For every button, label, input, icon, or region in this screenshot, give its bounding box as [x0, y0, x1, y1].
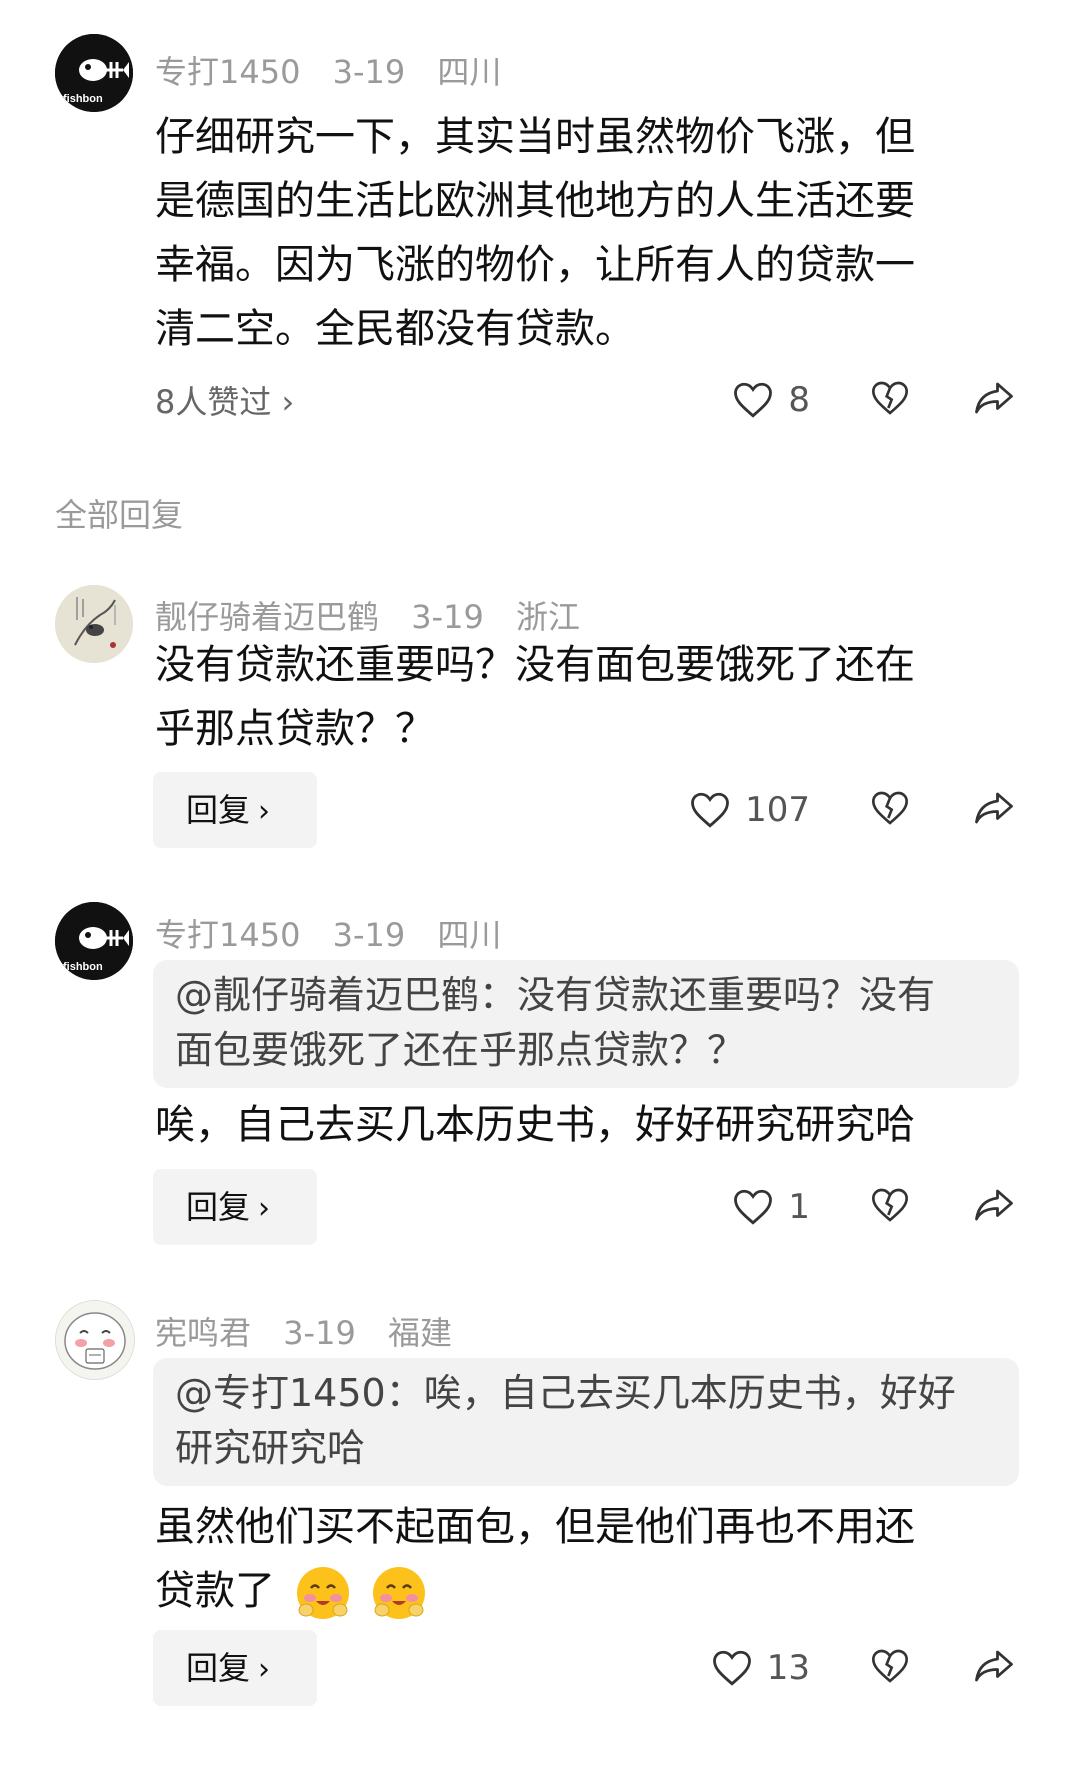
comment-actions: 107: [0, 780, 1080, 840]
share-arrow-icon: [975, 1189, 1013, 1221]
comment-line: 仔细研究一下，其实当时虽然物价飞涨，但: [155, 114, 915, 160]
dislike-button[interactable]: [870, 1185, 910, 1229]
quote-line: @靓仔骑着迈巴鹤：没有贷款还重要吗？没有: [175, 973, 936, 1017]
comment-line: 虽然他们买不起面包，但是他们再也不用还: [155, 1504, 915, 1550]
svg-text:fishbon: fishbon: [63, 93, 103, 105]
comment-meta: 专打1450 3-19 四川: [155, 910, 523, 956]
comment-line: 没有贷款还重要吗？没有面包要饿死了还在: [155, 642, 915, 688]
heart-icon: [712, 1650, 751, 1686]
comment-date: 3-19: [411, 598, 484, 636]
heart-icon: [734, 1189, 773, 1225]
username[interactable]: 宪鸣君: [155, 1314, 251, 1352]
like-count: 1: [788, 1187, 810, 1227]
share-button[interactable]: [973, 1646, 1015, 1690]
user-avatar-cartoon[interactable]: [55, 1300, 135, 1380]
user-avatar-painting[interactable]: [55, 585, 133, 663]
quote-line: 面包要饿死了还在乎那点贷款？？: [175, 1028, 746, 1072]
comment-date: 3-19: [283, 1314, 356, 1352]
comment-text: 唉，自己去买几本历史书，好好研究研究哈: [155, 1093, 1000, 1157]
comment-date: 3-19: [332, 916, 406, 954]
username[interactable]: 专打1450: [155, 53, 300, 91]
like-count: 8: [788, 380, 810, 420]
like-count: 107: [745, 790, 810, 830]
share-arrow-icon: [975, 792, 1013, 824]
username[interactable]: 专打1450: [155, 916, 300, 954]
heart-icon: [734, 382, 773, 418]
like-button[interactable]: 13: [711, 1638, 810, 1698]
share-button[interactable]: [973, 1185, 1015, 1229]
comment-date: 3-19: [332, 53, 406, 91]
comment-location: 浙江: [515, 598, 580, 636]
like-button[interactable]: 8: [732, 370, 810, 430]
like-button[interactable]: 1: [732, 1177, 810, 1237]
quote-line: @专打1450：唉，自己去买几本历史书，好好: [175, 1371, 956, 1415]
comment-meta: 靓仔骑着迈巴鹤 3-19 浙江: [155, 592, 602, 638]
user-avatar-fishbone[interactable]: fishbon: [55, 902, 133, 980]
comment-actions: 13: [0, 1638, 1080, 1698]
comment-actions: 1: [0, 1177, 1080, 1237]
quoted-reply[interactable]: @专打1450：唉，自己去买几本历史书，好好 研究研究哈: [153, 1358, 1019, 1486]
quoted-reply[interactable]: @靓仔骑着迈巴鹤：没有贷款还重要吗？没有 面包要饿死了还在乎那点贷款？？: [153, 960, 1019, 1088]
comment-location: 四川: [437, 916, 502, 954]
broken-heart-icon: [871, 1188, 909, 1222]
dislike-button[interactable]: [870, 378, 910, 422]
username[interactable]: 靓仔骑着迈巴鹤: [155, 598, 379, 636]
share-button[interactable]: [973, 788, 1015, 832]
comment-line: 是德国的生活比欧洲其他地方的人生活还要: [155, 178, 915, 224]
dislike-button[interactable]: [870, 1646, 910, 1690]
quote-line: 研究研究哈: [175, 1426, 366, 1470]
comment-text: 仔细研究一下，其实当时虽然物价飞涨，但 是德国的生活比欧洲其他地方的人生活还要 …: [155, 105, 1000, 361]
smiling-face-emoji-icon: [373, 1567, 426, 1619]
comment-text: 虽然他们买不起面包，但是他们再也不用还 贷款了: [155, 1495, 1000, 1623]
comment-location: 福建: [387, 1314, 452, 1352]
broken-heart-icon: [871, 791, 909, 825]
share-arrow-icon: [975, 382, 1013, 414]
comment-location: 四川: [437, 53, 502, 91]
comment-line: 贷款了: [155, 1568, 275, 1614]
dislike-button[interactable]: [870, 788, 910, 832]
comment-actions: 8: [0, 370, 1080, 430]
broken-heart-icon: [871, 381, 909, 415]
comment-line-with-emoji: 贷款了: [155, 1559, 1000, 1623]
comment-line: 唉，自己去买几本历史书，好好研究研究哈: [155, 1102, 915, 1148]
svg-text:fishbon: fishbon: [63, 961, 103, 973]
cartoon-face-avatar-icon: [56, 1301, 134, 1379]
comment-line: 幸福。因为飞涨的物价，让所有人的贷款一: [155, 242, 915, 288]
broken-heart-icon: [871, 1649, 909, 1683]
heart-icon: [691, 792, 729, 828]
share-arrow-icon: [975, 1650, 1013, 1682]
user-avatar-fishbone[interactable]: fishbon: [55, 34, 133, 112]
comment-line: 清二空。全民都没有贷款。: [155, 306, 635, 352]
smiling-face-emoji-icon: [296, 1567, 349, 1619]
like-button[interactable]: 107: [689, 780, 810, 840]
like-count: 13: [766, 1648, 810, 1688]
fishbone-avatar-icon: fishbon: [55, 902, 133, 980]
ink-painting-avatar-icon: [55, 585, 133, 663]
comment-text: 没有贷款还重要吗？没有面包要饿死了还在 乎那点贷款？？: [155, 633, 1000, 761]
comment-meta: 宪鸣君 3-19 福建: [155, 1308, 474, 1354]
section-title: 全部回复: [55, 496, 184, 534]
comment-line: 乎那点贷款？？: [155, 706, 435, 752]
comment-meta: 专打1450 3-19 四川: [155, 47, 523, 93]
fishbone-avatar-icon: fishbon: [55, 34, 133, 112]
share-button[interactable]: [973, 378, 1015, 422]
